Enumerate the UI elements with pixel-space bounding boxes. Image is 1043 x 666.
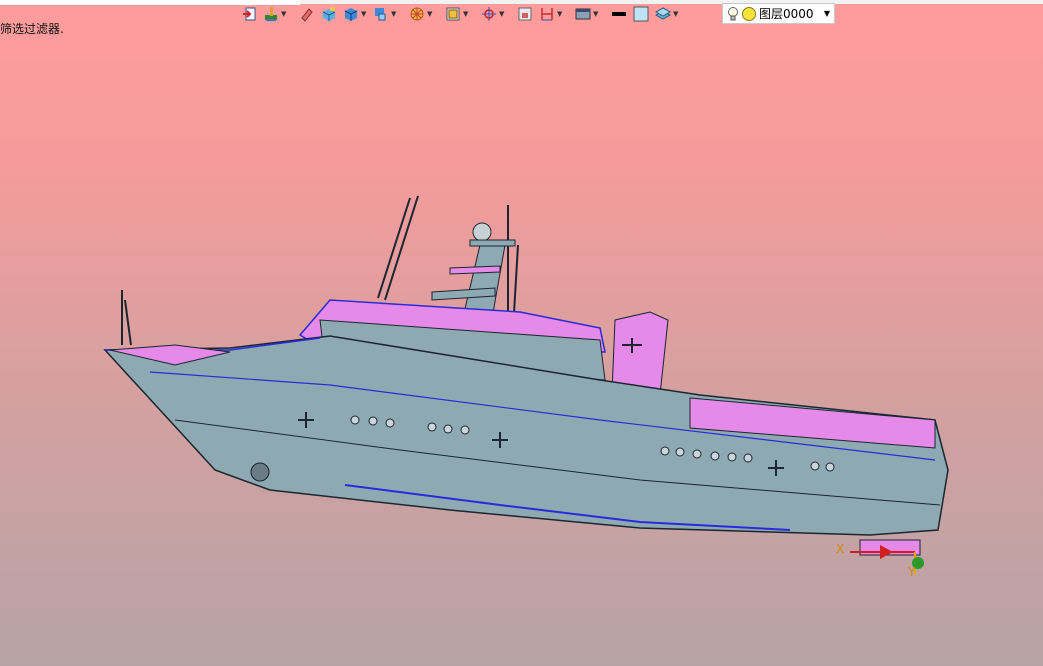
- cube-view-icon: [342, 5, 360, 23]
- eraser-icon: [298, 5, 316, 23]
- chevron-down-icon[interactable]: ▼: [593, 10, 600, 18]
- background-icon: [574, 5, 592, 23]
- chevron-down-icon[interactable]: ▼: [361, 10, 368, 18]
- line-color-button[interactable]: [608, 3, 630, 25]
- chevron-down-icon[interactable]: ▼: [463, 10, 470, 18]
- section-view-icon: [408, 5, 426, 23]
- dimension-icon: [538, 5, 556, 23]
- chevron-down-icon[interactable]: ▼: [281, 10, 288, 18]
- paint-brush-button[interactable]: ▼: [260, 3, 290, 25]
- cube-view-button[interactable]: ▼: [340, 3, 370, 25]
- paint-brush-icon: [262, 5, 280, 23]
- layer-selector[interactable]: 图层0000 ▼: [722, 3, 835, 24]
- display-filter-icon: [444, 5, 462, 23]
- layers-button[interactable]: ▼: [652, 3, 682, 25]
- axis-triad: [850, 545, 924, 575]
- dimension-button[interactable]: ▼: [536, 3, 566, 25]
- chevron-down-icon[interactable]: ▼: [820, 9, 834, 18]
- frame-view-icon: [516, 5, 534, 23]
- view-toolbar: ▼ ▼ ▼ ▼ ▼ ▼ ▼ ▼ ▼: [238, 3, 682, 25]
- chevron-down-icon[interactable]: ▼: [499, 10, 506, 18]
- layer-name: 图层0000: [759, 7, 814, 21]
- section-view-button[interactable]: ▼: [406, 3, 436, 25]
- frame-view-button[interactable]: [514, 3, 536, 25]
- fill-color-button[interactable]: [630, 3, 652, 25]
- render-style-button[interactable]: ▼: [370, 3, 400, 25]
- eraser-button[interactable]: [296, 3, 318, 25]
- background-button[interactable]: ▼: [572, 3, 602, 25]
- fill-color-icon: [632, 5, 650, 23]
- box-shaded-button[interactable]: [318, 3, 340, 25]
- chevron-down-icon[interactable]: ▼: [673, 10, 680, 18]
- lightbulb-icon[interactable]: [726, 6, 740, 22]
- y-axis-label: Y: [908, 565, 916, 579]
- box-shaded-icon: [320, 5, 338, 23]
- 3d-viewport[interactable]: X Y: [0, 30, 1043, 666]
- exit-sketch-icon: [240, 5, 258, 23]
- snap-point-icon: [480, 5, 498, 23]
- layer-visibility-icon[interactable]: [742, 6, 756, 21]
- x-axis-label: X: [836, 542, 845, 556]
- chevron-down-icon[interactable]: ▼: [557, 10, 564, 18]
- chevron-down-icon[interactable]: ▼: [391, 10, 398, 18]
- snap-point-button[interactable]: ▼: [478, 3, 508, 25]
- display-filter-button[interactable]: ▼: [442, 3, 472, 25]
- line-color-icon: [610, 5, 628, 23]
- layers-icon: [654, 5, 672, 23]
- render-style-icon: [372, 5, 390, 23]
- exit-sketch-button[interactable]: [238, 3, 260, 25]
- chevron-down-icon[interactable]: ▼: [427, 10, 434, 18]
